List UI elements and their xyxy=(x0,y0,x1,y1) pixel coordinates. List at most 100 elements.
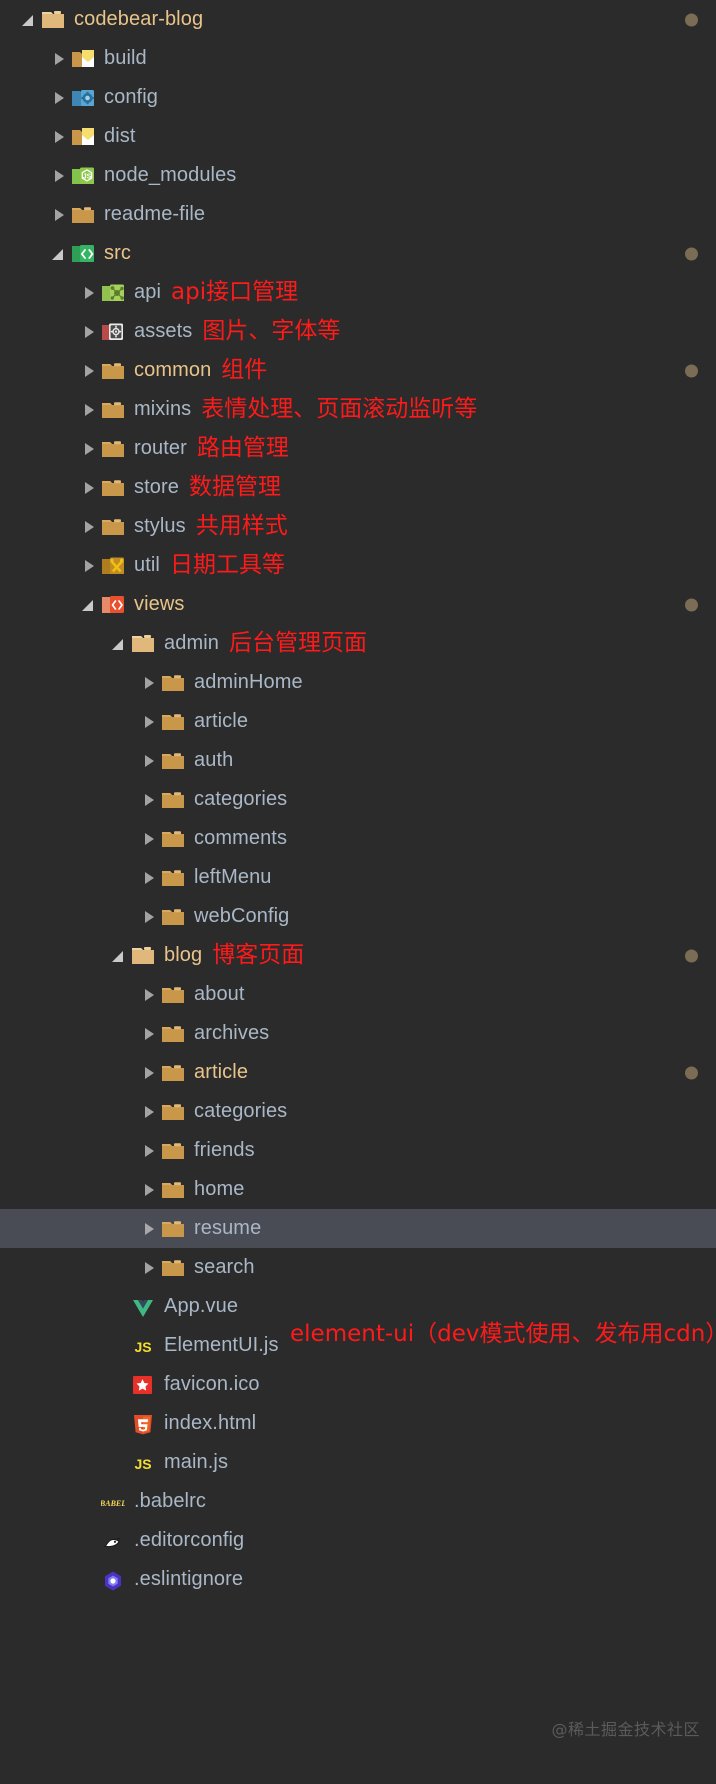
tree-item-label: ElementUI.js xyxy=(164,1334,279,1356)
tree-row[interactable]: dist xyxy=(0,117,716,156)
chevron-right-icon[interactable] xyxy=(80,284,98,302)
chevron-right-icon[interactable] xyxy=(80,479,98,497)
tree-item-label: codebear-blog xyxy=(74,8,204,30)
chevron-right-icon[interactable] xyxy=(140,908,158,926)
folder-icon xyxy=(161,672,185,694)
tree-row[interactable]: readme-file xyxy=(0,195,716,234)
twisty-placeholder xyxy=(110,1454,128,1472)
tree-row[interactable]: about xyxy=(0,975,716,1014)
chevron-right-icon[interactable] xyxy=(50,50,68,68)
tree-row[interactable]: build xyxy=(0,39,716,78)
project-file-tree[interactable]: codebear-blog build config dist JS node_modul… xyxy=(0,0,716,1784)
tree-row[interactable]: categories xyxy=(0,780,716,819)
folder-icon xyxy=(101,438,125,460)
chevron-right-icon[interactable] xyxy=(140,830,158,848)
chevron-right-icon[interactable] xyxy=(140,986,158,1004)
twisty-placeholder xyxy=(80,1532,98,1550)
tree-row[interactable]: .eslintignore xyxy=(0,1560,716,1599)
chevron-right-icon[interactable] xyxy=(140,1064,158,1082)
tree-row[interactable]: comments xyxy=(0,819,716,858)
tree-row[interactable]: mixins 表情处理、页面滚动监听等 xyxy=(0,390,716,429)
chevron-right-icon[interactable] xyxy=(140,1142,158,1160)
tree-row[interactable]: store 数据管理 xyxy=(0,468,716,507)
tree-row[interactable]: resume xyxy=(0,1209,716,1248)
tree-row[interactable]: api api接口管理 xyxy=(0,273,716,312)
tree-row[interactable]: .editorconfig xyxy=(0,1521,716,1560)
folder-util-icon xyxy=(101,555,125,577)
chevron-right-icon[interactable] xyxy=(50,167,68,185)
tree-row[interactable]: JS ElementUI.js element-ui（dev模式使用、发布用cdn） xyxy=(0,1322,716,1365)
chevron-right-icon[interactable] xyxy=(140,1103,158,1121)
tree-row[interactable]: auth xyxy=(0,741,716,780)
tree-row[interactable]: categories xyxy=(0,1092,716,1131)
svg-text:BABEL: BABEL xyxy=(101,1499,125,1508)
modified-indicator-dot xyxy=(685,364,698,377)
chevron-right-icon[interactable] xyxy=(140,1259,158,1277)
twisty-placeholder xyxy=(110,1415,128,1433)
svg-text:JS: JS xyxy=(134,1339,151,1355)
chevron-right-icon[interactable] xyxy=(80,518,98,536)
tree-row[interactable]: router 路由管理 xyxy=(0,429,716,468)
js-icon: JS xyxy=(131,1335,155,1357)
chevron-right-icon[interactable] xyxy=(50,89,68,107)
tree-row[interactable]: config xyxy=(0,78,716,117)
tree-row[interactable]: search xyxy=(0,1248,716,1287)
chevron-right-icon[interactable] xyxy=(140,674,158,692)
twisty-placeholder xyxy=(80,1493,98,1511)
chevron-right-icon[interactable] xyxy=(140,1181,158,1199)
tree-item-label: article xyxy=(194,710,249,732)
tree-row[interactable]: JS node_modules xyxy=(0,156,716,195)
tree-row[interactable]: util 日期工具等 xyxy=(0,546,716,585)
chevron-right-icon[interactable] xyxy=(140,791,158,809)
tree-row[interactable]: webConfig xyxy=(0,897,716,936)
chevron-right-icon[interactable] xyxy=(80,362,98,380)
tree-row[interactable]: BABEL .babelrc xyxy=(0,1482,716,1521)
tree-row[interactable]: adminHome xyxy=(0,663,716,702)
chevron-right-icon[interactable] xyxy=(50,206,68,224)
chevron-down-icon[interactable] xyxy=(110,635,128,653)
tree-row[interactable]: common 组件 xyxy=(0,351,716,390)
chevron-right-icon[interactable] xyxy=(80,557,98,575)
chevron-down-icon[interactable] xyxy=(20,11,38,29)
tree-row[interactable]: blog 博客页面 xyxy=(0,936,716,975)
tree-row[interactable]: home xyxy=(0,1170,716,1209)
twisty-placeholder xyxy=(110,1337,128,1355)
chevron-down-icon[interactable] xyxy=(50,245,68,263)
tree-row[interactable]: article xyxy=(0,1053,716,1092)
folder-icon xyxy=(161,789,185,811)
tree-item-label: dist xyxy=(104,125,136,147)
tree-row[interactable]: views xyxy=(0,585,716,624)
tree-row[interactable]: codebear-blog xyxy=(0,0,716,39)
tree-row[interactable]: friends xyxy=(0,1131,716,1170)
folder-icon xyxy=(161,1257,185,1279)
folder-icon xyxy=(101,477,125,499)
chevron-right-icon[interactable] xyxy=(140,752,158,770)
chevron-right-icon[interactable] xyxy=(140,1220,158,1238)
tree-row[interactable]: stylus 共用样式 xyxy=(0,507,716,546)
chevron-down-icon[interactable] xyxy=(80,596,98,614)
tree-row[interactable]: src xyxy=(0,234,716,273)
red-annotation: 路由管理 xyxy=(196,435,289,462)
tree-item-label: index.html xyxy=(164,1412,257,1434)
chevron-right-icon[interactable] xyxy=(50,128,68,146)
tree-item-label: App.vue xyxy=(164,1295,239,1317)
chevron-right-icon[interactable] xyxy=(140,869,158,887)
chevron-right-icon[interactable] xyxy=(140,713,158,731)
tree-row[interactable]: archives xyxy=(0,1014,716,1053)
tree-row[interactable]: admin 后台管理页面 xyxy=(0,624,716,663)
chevron-down-icon[interactable] xyxy=(110,947,128,965)
tree-row[interactable]: leftMenu xyxy=(0,858,716,897)
tree-row[interactable]: favicon.ico xyxy=(0,1365,716,1404)
tree-row[interactable]: article xyxy=(0,702,716,741)
folder-open-icon xyxy=(131,633,155,655)
folder-api-icon xyxy=(101,282,125,304)
tree-row[interactable]: JS main.js xyxy=(0,1443,716,1482)
tree-item-label: util xyxy=(134,554,160,576)
chevron-right-icon[interactable] xyxy=(80,323,98,341)
tree-row[interactable]: index.html xyxy=(0,1404,716,1443)
chevron-right-icon[interactable] xyxy=(140,1025,158,1043)
folder-build-icon xyxy=(71,126,95,148)
chevron-right-icon[interactable] xyxy=(80,440,98,458)
chevron-right-icon[interactable] xyxy=(80,401,98,419)
tree-row[interactable]: assets 图片、字体等 xyxy=(0,312,716,351)
